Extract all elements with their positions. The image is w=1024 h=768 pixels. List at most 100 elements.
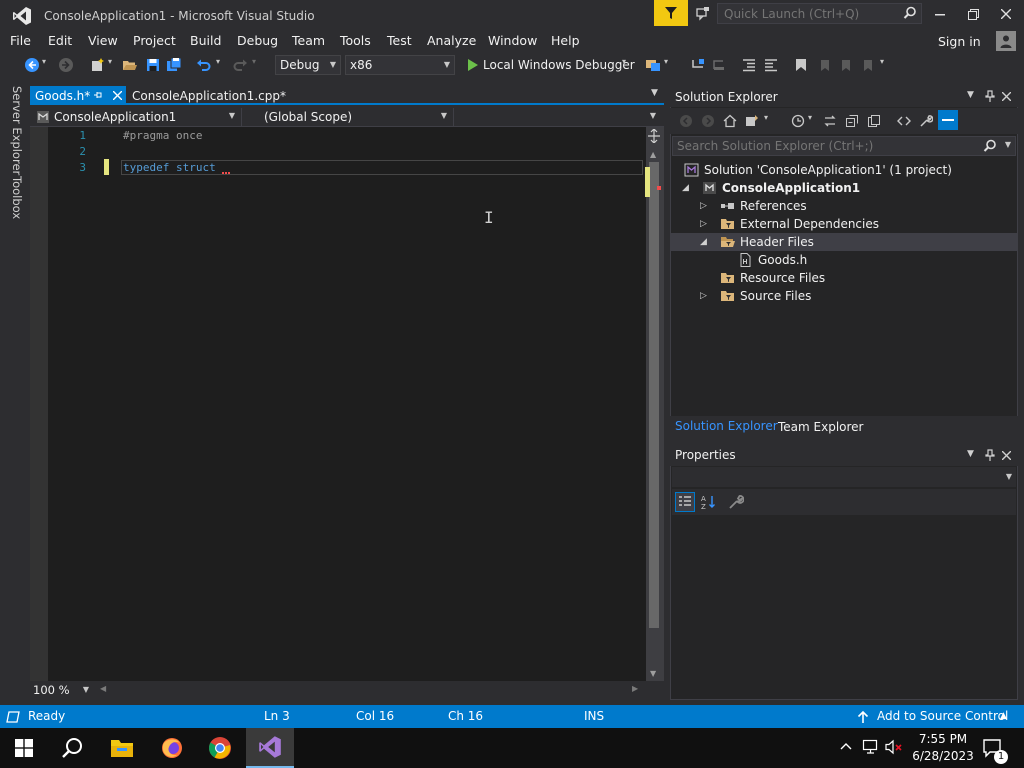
- navigate-back-icon[interactable]: [24, 57, 40, 73]
- scroll-left-icon[interactable]: ◀: [100, 684, 106, 693]
- start-debugging-icon[interactable]: [465, 57, 481, 73]
- new-project-icon[interactable]: [90, 57, 106, 73]
- indicator-margin[interactable]: [30, 127, 48, 681]
- pin-icon[interactable]: [983, 448, 997, 462]
- chrome-button[interactable]: [196, 728, 244, 768]
- show-hidden-icons-icon[interactable]: [840, 740, 852, 753]
- menu-edit[interactable]: Edit: [48, 33, 72, 48]
- step-over-icon[interactable]: [711, 57, 727, 73]
- notification-flag-icon[interactable]: [654, 0, 688, 26]
- toolbox-tab[interactable]: Toolbox: [10, 176, 24, 219]
- step-into-icon[interactable]: [690, 57, 706, 73]
- tree-item-goods-h[interactable]: Goods.h: [738, 251, 807, 269]
- restore-button[interactable]: [961, 4, 985, 24]
- tree-item-solution[interactable]: Solution 'ConsoleApplication1' (1 projec…: [684, 161, 952, 179]
- properties-object-dropdown[interactable]: ▼: [672, 467, 1016, 487]
- solution-configuration-dropdown[interactable]: Debug ▼: [275, 55, 341, 75]
- tree-item-project[interactable]: ConsoleApplication1: [702, 179, 860, 197]
- outdent-icon[interactable]: [741, 57, 757, 73]
- scroll-right-icon[interactable]: ▶: [632, 684, 638, 693]
- taskbar-search-button[interactable]: [48, 728, 96, 768]
- taskbar-clock-time[interactable]: 7:55 PM: [918, 732, 968, 746]
- menu-team[interactable]: Team: [292, 33, 325, 48]
- menu-test[interactable]: Test: [387, 33, 412, 48]
- window-position-icon[interactable]: ▼: [967, 90, 981, 104]
- open-file-icon[interactable]: [122, 57, 138, 73]
- code-line-1[interactable]: #pragma once: [123, 129, 202, 142]
- code-editor[interactable]: [30, 127, 646, 681]
- file-explorer-button[interactable]: [98, 728, 146, 768]
- navigate-forward-icon[interactable]: [58, 57, 74, 73]
- split-window-icon[interactable]: [648, 129, 660, 143]
- scroll-up-icon[interactable]: ▲: [650, 150, 656, 159]
- save-icon[interactable]: [145, 57, 161, 73]
- quick-launch-box[interactable]: [717, 3, 922, 24]
- categorized-icon[interactable]: [675, 492, 695, 512]
- feedback-icon[interactable]: [694, 5, 712, 23]
- collapse-arrow-icon[interactable]: ◢: [700, 237, 707, 247]
- back-icon[interactable]: [678, 113, 694, 129]
- preview-selected-items-icon[interactable]: [938, 110, 958, 130]
- tree-item-external-dependencies[interactable]: External Dependencies: [720, 215, 879, 233]
- sync-with-document-icon[interactable]: [822, 113, 838, 129]
- close-button[interactable]: [994, 4, 1018, 24]
- collapse-all-icon[interactable]: [844, 113, 860, 129]
- server-explorer-tab[interactable]: Server Explorer: [10, 86, 24, 175]
- close-panel-icon[interactable]: [999, 448, 1013, 462]
- tree-item-resource-files[interactable]: Resource Files: [720, 269, 825, 287]
- scroll-down-icon[interactable]: ▼: [650, 669, 656, 678]
- undo-icon[interactable]: [196, 57, 212, 73]
- sign-in-link[interactable]: Sign in: [938, 34, 981, 49]
- back-dropdown-icon[interactable]: ▾: [42, 57, 58, 73]
- start-button[interactable]: [0, 728, 48, 768]
- tab-overflow-icon[interactable]: ▼: [651, 88, 658, 98]
- expand-arrow-icon[interactable]: ▷: [700, 291, 707, 301]
- quick-launch-input[interactable]: [718, 4, 898, 23]
- source-control-dropdown-icon[interactable]: ▲: [1000, 711, 1007, 721]
- expand-arrow-icon[interactable]: ▷: [700, 201, 707, 211]
- tab-team-explorer[interactable]: Team Explorer: [778, 420, 864, 434]
- solution-platform-dropdown[interactable]: x86 ▼: [345, 55, 455, 75]
- tree-item-header-files[interactable]: Header Files: [720, 233, 814, 251]
- clear-bookmarks-icon[interactable]: [860, 57, 876, 73]
- tab-goods-h-label[interactable]: Goods.h*: [35, 89, 90, 103]
- menu-tools[interactable]: Tools: [340, 33, 371, 48]
- scope-dropdown[interactable]: (Global Scope) ▼: [244, 108, 454, 126]
- search-icon[interactable]: [903, 6, 917, 20]
- vertical-scroll-thumb[interactable]: [649, 162, 659, 628]
- menu-project[interactable]: Project: [133, 33, 176, 48]
- redo-icon[interactable]: [232, 57, 248, 73]
- tab-consoleapplication1-cpp[interactable]: ConsoleApplication1.cpp*: [132, 89, 286, 103]
- search-options-icon[interactable]: ▼: [1005, 140, 1011, 149]
- attach-process-icon[interactable]: [645, 57, 661, 73]
- search-icon[interactable]: [983, 139, 997, 153]
- arrow-up-icon[interactable]: [857, 710, 869, 724]
- property-pages-icon[interactable]: [727, 493, 745, 511]
- prev-bookmark-icon[interactable]: [816, 57, 832, 73]
- home-icon[interactable]: [722, 113, 738, 129]
- output-window-icon[interactable]: [6, 710, 20, 724]
- next-bookmark-icon[interactable]: [838, 57, 854, 73]
- account-icon[interactable]: [996, 31, 1016, 51]
- indent-icon[interactable]: [763, 57, 779, 73]
- toolbar-overflow-icon[interactable]: ▾: [664, 57, 680, 73]
- toolbar-options-icon[interactable]: ▾: [880, 57, 896, 73]
- debugger-dropdown-icon[interactable]: ▾: [622, 57, 638, 73]
- properties-wrench-icon[interactable]: [918, 113, 934, 129]
- bookmark-icon[interactable]: [793, 57, 809, 73]
- switch-views-icon[interactable]: [744, 113, 760, 129]
- network-icon[interactable]: [862, 739, 880, 758]
- redo-dropdown-icon[interactable]: ▾: [252, 57, 268, 73]
- pending-changes-filter-icon[interactable]: [790, 113, 806, 129]
- volume-muted-icon[interactable]: [884, 739, 904, 758]
- menu-analyze[interactable]: Analyze: [427, 33, 476, 48]
- minimize-button[interactable]: [928, 4, 952, 24]
- tree-item-source-files[interactable]: Source Files: [720, 287, 811, 305]
- collapse-arrow-icon[interactable]: ◢: [682, 183, 689, 193]
- solution-explorer-search-box[interactable]: ▼: [672, 136, 1016, 156]
- save-all-icon[interactable]: [166, 57, 182, 73]
- show-all-files-icon[interactable]: [866, 113, 882, 129]
- visual-studio-taskbar-button[interactable]: [246, 728, 294, 768]
- member-dropdown[interactable]: ▼: [456, 108, 662, 126]
- expand-arrow-icon[interactable]: ▷: [700, 219, 707, 229]
